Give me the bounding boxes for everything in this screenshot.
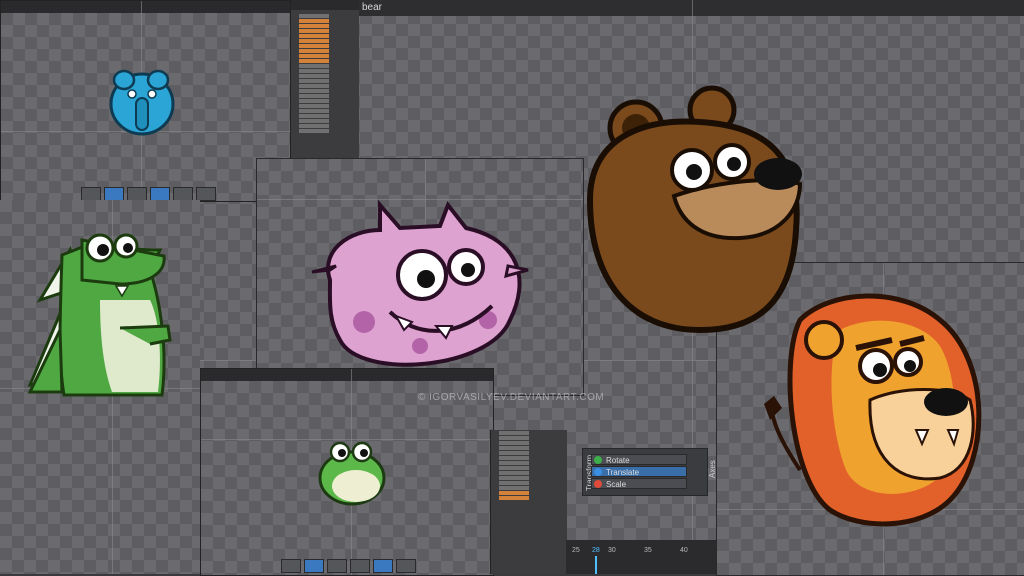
characters-layer [27,69,982,527]
crocodile-character[interactable] [27,233,172,397]
lion-character[interactable] [764,293,982,527]
pink-monster-character[interactable] [311,199,529,367]
frog-character[interactable] [318,441,386,506]
elephant-character[interactable] [109,69,175,136]
watermark: © IGORVASILYEV.DEVIANTART.COM [418,392,605,403]
bear-character[interactable] [586,85,803,334]
